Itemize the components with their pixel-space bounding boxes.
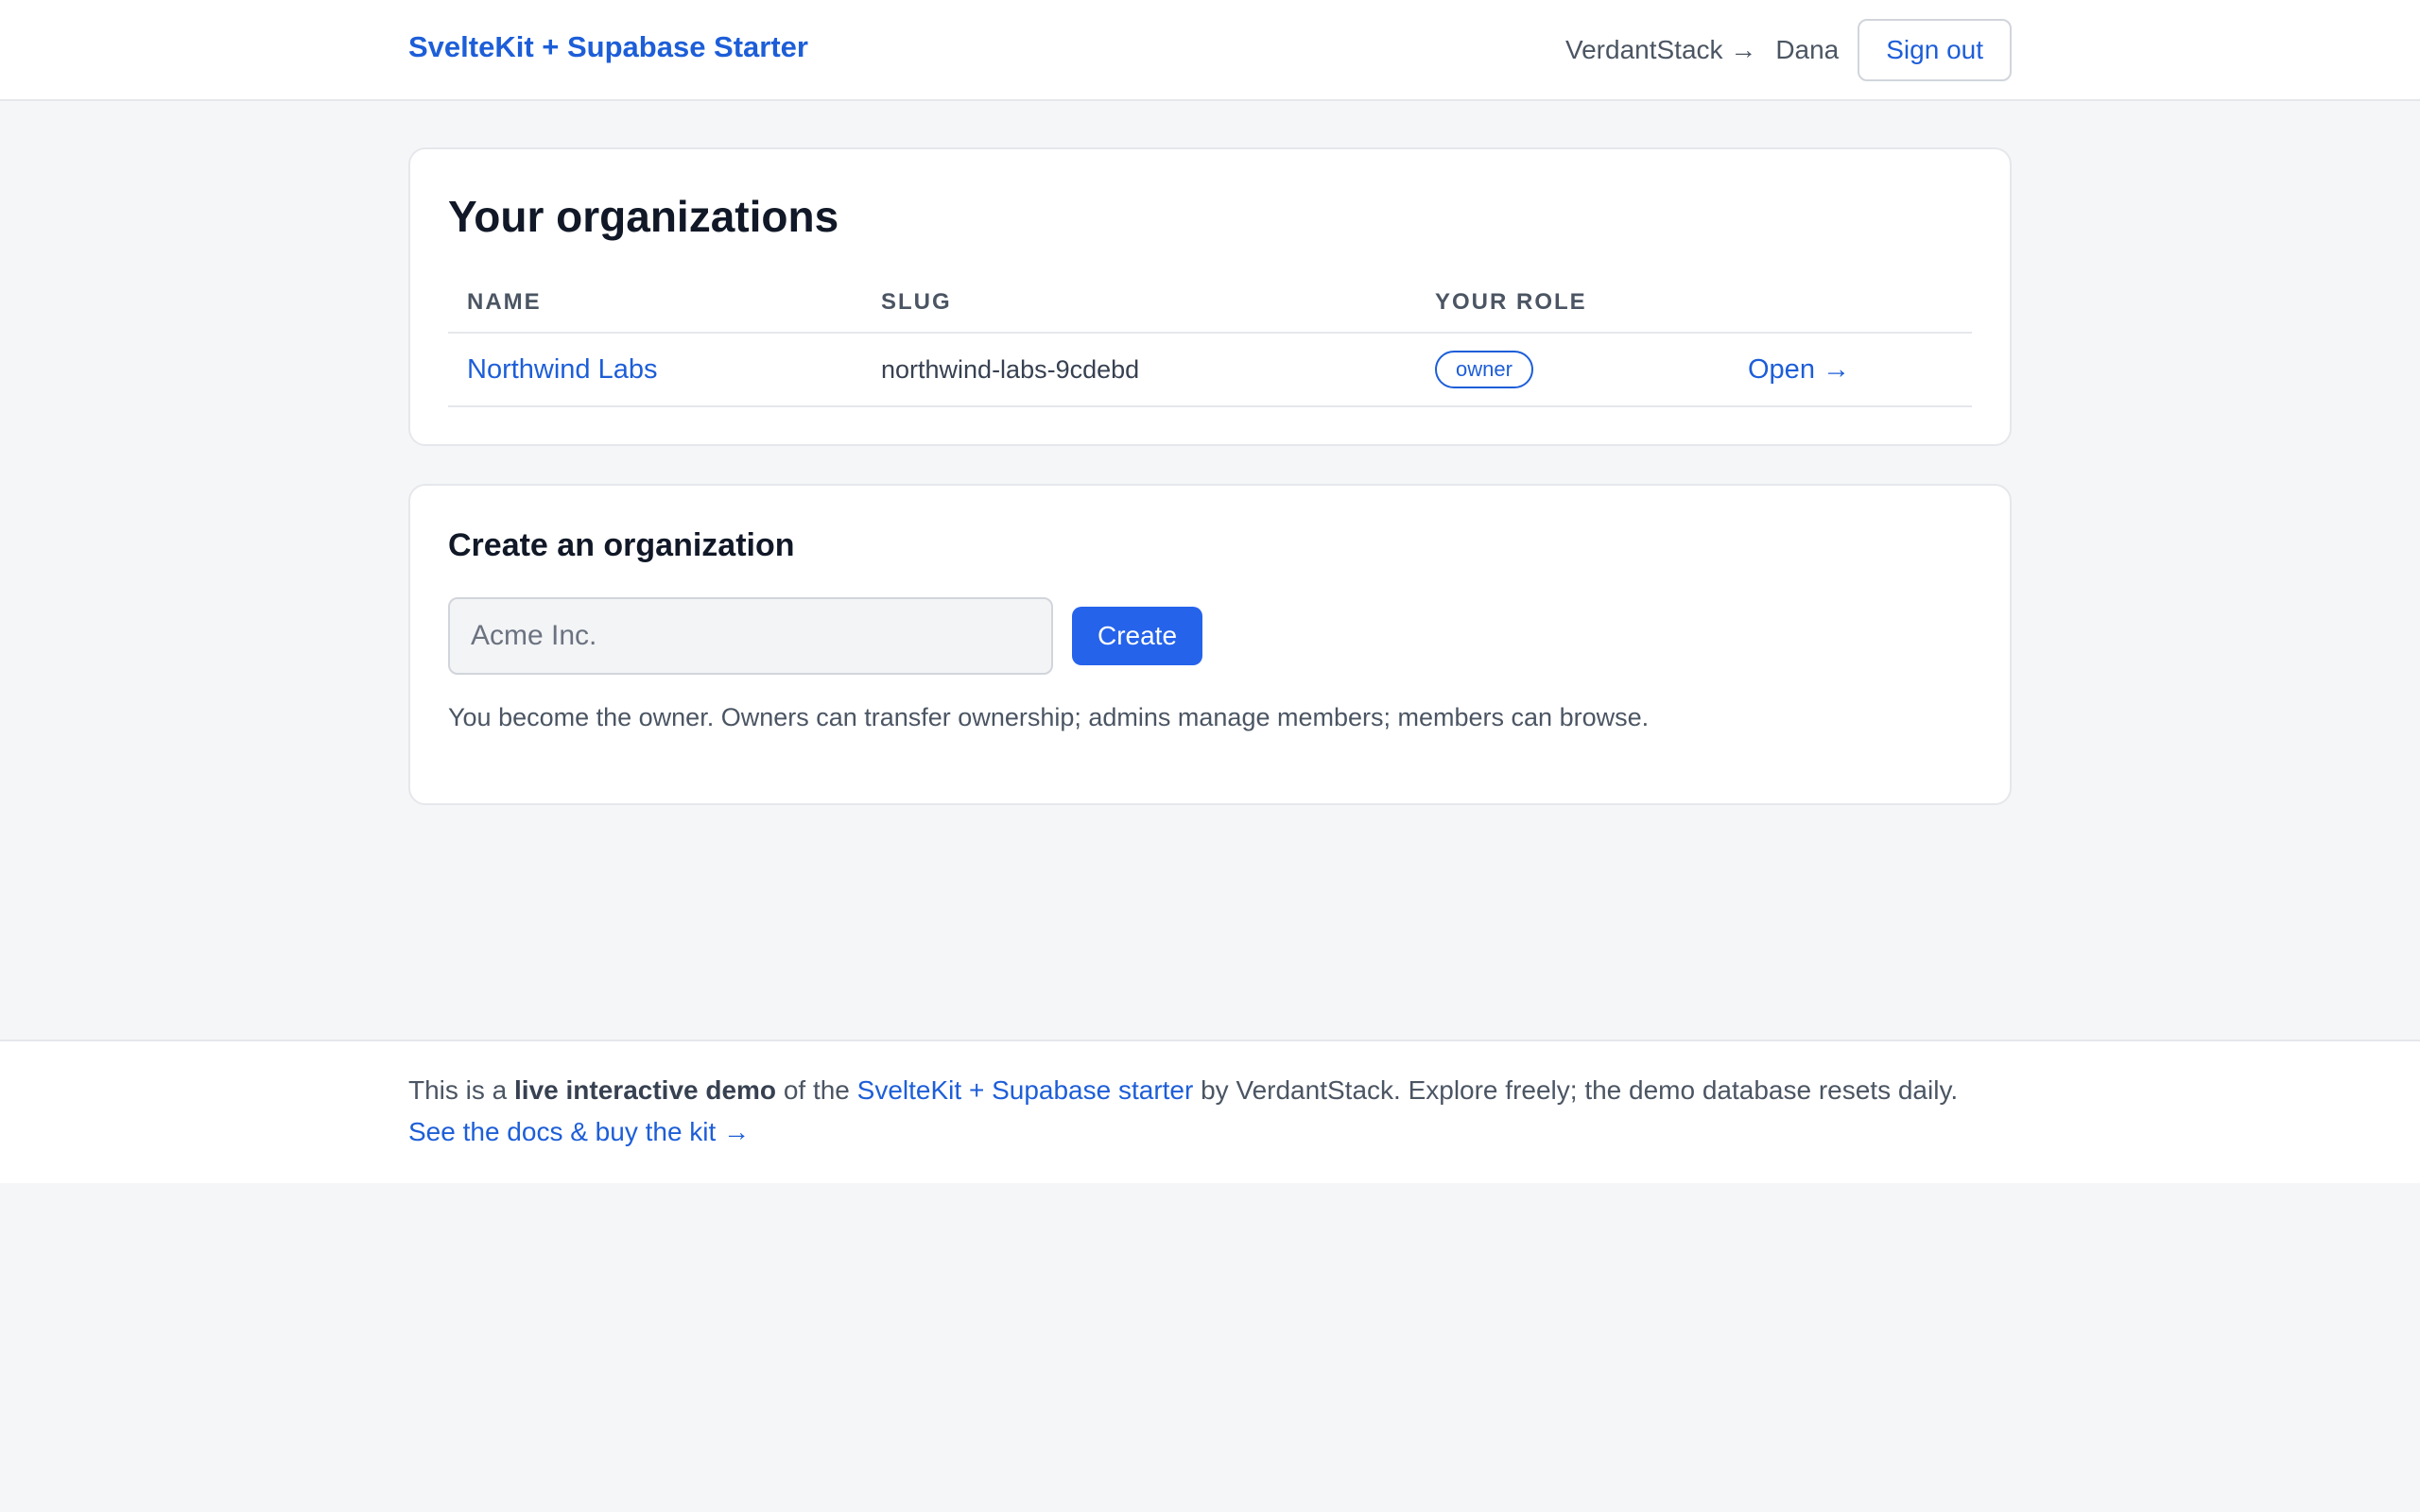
column-header-name: NAME <box>448 272 862 334</box>
footer-emphasis: live interactive demo <box>514 1075 777 1105</box>
footer-middle: of the <box>776 1075 857 1105</box>
create-organization-card: Create an organization Create You become… <box>408 484 2012 805</box>
brand-link[interactable]: SvelteKit + Supabase Starter <box>408 30 808 64</box>
column-header-actions <box>1729 272 1972 334</box>
docs-link[interactable]: See the docs & buy the kit → <box>408 1117 750 1147</box>
create-organization-title: Create an organization <box>448 527 795 563</box>
cell-actions: Open → <box>1729 333 1972 407</box>
create-button[interactable]: Create <box>1072 607 1202 665</box>
header-actions: VerdantStack → Dana Sign out <box>1565 19 2012 81</box>
open-organization-link[interactable]: Open → <box>1748 354 1850 385</box>
role-badge: owner <box>1435 351 1533 388</box>
column-header-role: YOUR ROLE <box>1416 272 1729 334</box>
cell-name: Northwind Labs <box>448 333 862 407</box>
verdantstack-link[interactable]: VerdantStack → <box>1565 35 1756 65</box>
starter-link[interactable]: SvelteKit + Supabase starter <box>857 1075 1194 1105</box>
table-row: Northwind Labs northwind-labs-9cdebd own… <box>448 333 1972 407</box>
create-help-text: You become the owner. Owners can transfe… <box>448 703 1650 731</box>
footer-suffix: by VerdantStack. Explore freely; the dem… <box>1193 1075 1959 1105</box>
current-user-name: Dana <box>1775 35 1840 64</box>
cell-slug: northwind-labs-9cdebd <box>862 333 1416 407</box>
organization-name-link[interactable]: Northwind Labs <box>467 354 658 385</box>
footer-notice: This is a live interactive demo of the S… <box>408 1075 1958 1106</box>
organizations-table: NAME SLUG YOUR ROLE Northwind Labs north… <box>448 272 1972 407</box>
footer-prefix: This is a <box>408 1075 515 1105</box>
sign-out-button[interactable]: Sign out <box>1858 19 2012 81</box>
cell-role: owner <box>1416 333 1729 407</box>
demo-footer: This is a live interactive demo of the S… <box>0 1040 2420 1183</box>
table-header-row: NAME SLUG YOUR ROLE <box>448 272 1972 334</box>
organization-slug: northwind-labs-9cdebd <box>881 355 1140 384</box>
organizations-card: Your organizations NAME SLUG YOUR ROLE N… <box>408 147 2012 446</box>
column-header-slug: SLUG <box>862 272 1416 334</box>
top-header: SvelteKit + Supabase Starter VerdantStac… <box>0 0 2420 101</box>
organizations-title: Your organizations <box>448 192 839 241</box>
organization-name-input[interactable] <box>448 597 1053 675</box>
